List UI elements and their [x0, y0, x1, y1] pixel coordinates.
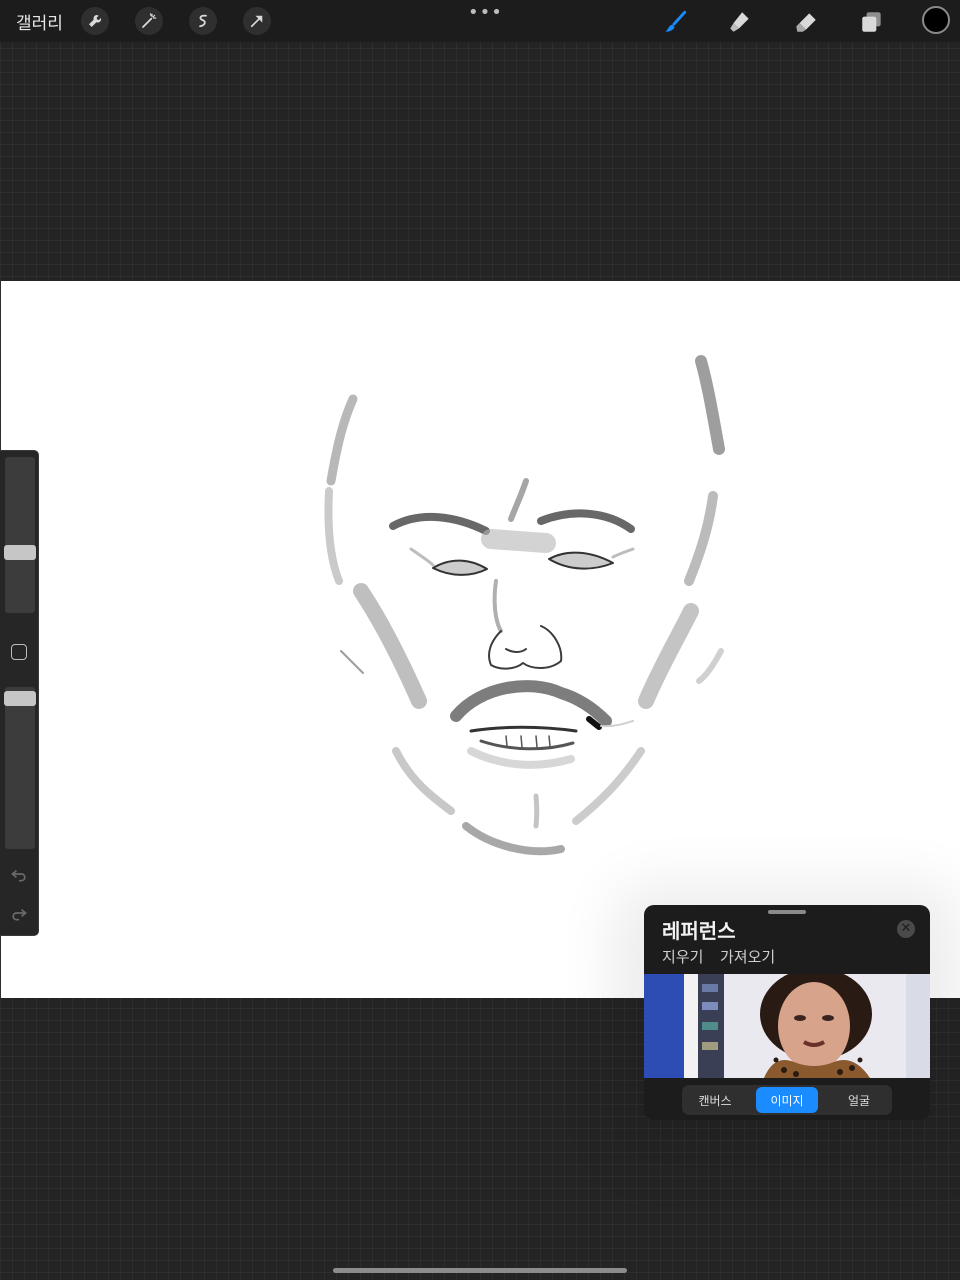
- color-picker-button[interactable]: [922, 6, 950, 34]
- redo-icon[interactable]: [9, 903, 29, 923]
- selection-icon[interactable]: [189, 7, 217, 35]
- opacity-slider[interactable]: [4, 687, 36, 849]
- panel-drag-handle[interactable]: [768, 910, 806, 914]
- clear-button[interactable]: 지우기: [662, 946, 703, 967]
- drawing-canvas[interactable]: [1, 281, 960, 998]
- mode-canvas-tab[interactable]: 캔버스: [684, 1087, 746, 1113]
- brush-size-slider[interactable]: [4, 457, 36, 613]
- mode-image-tab[interactable]: 이미지: [756, 1087, 818, 1113]
- close-icon[interactable]: ✕: [897, 920, 915, 938]
- magic-wand-icon[interactable]: [135, 7, 163, 35]
- opacity-thumb[interactable]: [4, 691, 36, 706]
- import-button[interactable]: 가져오기: [720, 946, 775, 967]
- mode-face-tab[interactable]: 얼굴: [828, 1087, 890, 1113]
- undo-icon[interactable]: [9, 864, 29, 884]
- wrench-icon[interactable]: [81, 7, 109, 35]
- transform-arrow-icon[interactable]: [243, 7, 271, 35]
- modify-button[interactable]: [11, 644, 27, 660]
- brush-size-thumb[interactable]: [4, 545, 36, 560]
- more-options-button[interactable]: •••: [468, 2, 503, 23]
- brush-icon[interactable]: [659, 6, 691, 38]
- reference-photo[interactable]: [644, 974, 930, 1078]
- eraser-icon[interactable]: [790, 6, 822, 38]
- reference-panel[interactable]: 레퍼런스 ✕ 지우기 가져오기 캔버스 이미지 얼굴: [644, 905, 930, 1120]
- gallery-button[interactable]: 갤러리: [16, 9, 63, 34]
- home-indicator[interactable]: [333, 1268, 627, 1273]
- layers-icon[interactable]: [856, 6, 888, 38]
- top-toolbar: 갤러리 •••: [0, 0, 960, 42]
- smudge-icon[interactable]: [724, 6, 756, 38]
- reference-mode-selector: 캔버스 이미지 얼굴: [682, 1085, 892, 1115]
- reference-title: 레퍼런스: [662, 919, 736, 943]
- face-sketch: [324, 355, 725, 856]
- left-sidebar: [0, 450, 39, 936]
